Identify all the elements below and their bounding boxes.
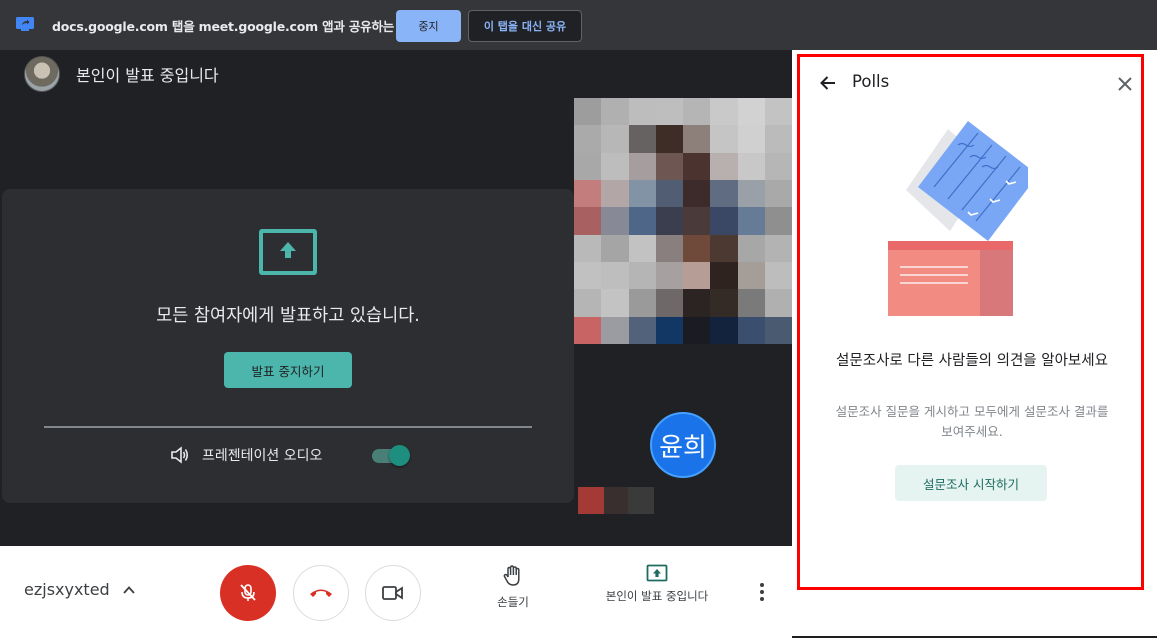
screen-share-icon: [16, 17, 34, 31]
presenting-title: 모든 참여자에게 발표하고 있습니다.: [156, 306, 420, 326]
avatar: [24, 56, 60, 92]
more-options-icon[interactable]: [752, 580, 772, 604]
participant-video-tile: [574, 98, 792, 344]
presentation-audio-label: 프레젠테이션 오디오: [202, 448, 323, 464]
leave-call-button[interactable]: [293, 565, 349, 621]
presentation-audio-row: 프레젠테이션 오디오: [170, 445, 322, 465]
share-this-tab-instead-button[interactable]: 이 탭을 대신 공유: [468, 10, 582, 42]
divider: [44, 426, 532, 428]
videocam-icon: [382, 586, 403, 600]
volume-icon: [171, 446, 189, 464]
polls-headline: 설문조사로 다른 사람들의 의견을 알아보세요: [836, 353, 1108, 369]
participant-avatar: 윤희: [650, 412, 716, 478]
present-to-all-icon: [259, 229, 317, 275]
mic-off-icon: [240, 584, 256, 601]
microphone-button[interactable]: [220, 565, 276, 621]
presenter-indicator: 본인이 발표 중입니다: [24, 56, 219, 92]
meeting-stage: 본인이 발표 중입니다 윤희 모든 참여자에게 발표하고 있습니다. 발표 중지…: [0, 50, 792, 546]
presenter-label: 본인이 발표 중입니다: [76, 66, 219, 85]
share-message: docs.google.com 탭을 meet.google.com 앱과 공유…: [52, 19, 410, 34]
polls-panel: Polls 설문조사로 다른 사람들의 의견을 알아보세요 설문조사 질문을 게…: [797, 54, 1144, 590]
raise-hand-button[interactable]: 손들기: [488, 564, 538, 610]
presentation-audio-toggle[interactable]: [372, 445, 410, 466]
start-poll-button[interactable]: 설문조사 시작하기: [895, 465, 1047, 501]
chevron-up-icon[interactable]: [122, 583, 136, 597]
call-end-icon: [310, 589, 332, 597]
present-to-all-icon: [646, 564, 668, 582]
call-controls-bar: ezjsxyxted 손들기 본인이 발표 중입니다: [0, 546, 792, 638]
panel-title: Polls: [852, 72, 890, 91]
upload-arrow-icon: [280, 242, 296, 258]
presenting-label: 본인이 발표 중입니다: [605, 589, 709, 603]
camera-button[interactable]: [365, 565, 421, 621]
close-icon[interactable]: [1116, 75, 1134, 93]
raise-hand-label: 손들기: [497, 595, 529, 609]
presenting-button[interactable]: 본인이 발표 중입니다: [590, 564, 724, 604]
polls-description: 설문조사 질문을 게시하고 모두에게 설문조사 결과를 보여주세요.: [835, 404, 1109, 439]
participant-thumbnail-strip: [578, 487, 654, 514]
presenting-card: 모든 참여자에게 발표하고 있습니다. 발표 중지하기 프레젠테이션 오디오: [2, 189, 574, 503]
side-panel: Polls 설문조사로 다른 사람들의 의견을 알아보세요 설문조사 질문을 게…: [792, 50, 1157, 638]
arrow-back-icon[interactable]: [818, 73, 838, 93]
meeting-code: ezjsxyxted: [24, 580, 110, 599]
stop-sharing-button[interactable]: 중지: [396, 10, 461, 42]
tab-share-bar: docs.google.com 탭을 meet.google.com 앱과 공유…: [0, 0, 1157, 50]
toggle-knob: [389, 445, 410, 466]
poll-box-illustration: [888, 121, 1028, 316]
stop-presenting-button[interactable]: 발표 중지하기: [224, 352, 352, 388]
hand-icon: [503, 565, 520, 586]
